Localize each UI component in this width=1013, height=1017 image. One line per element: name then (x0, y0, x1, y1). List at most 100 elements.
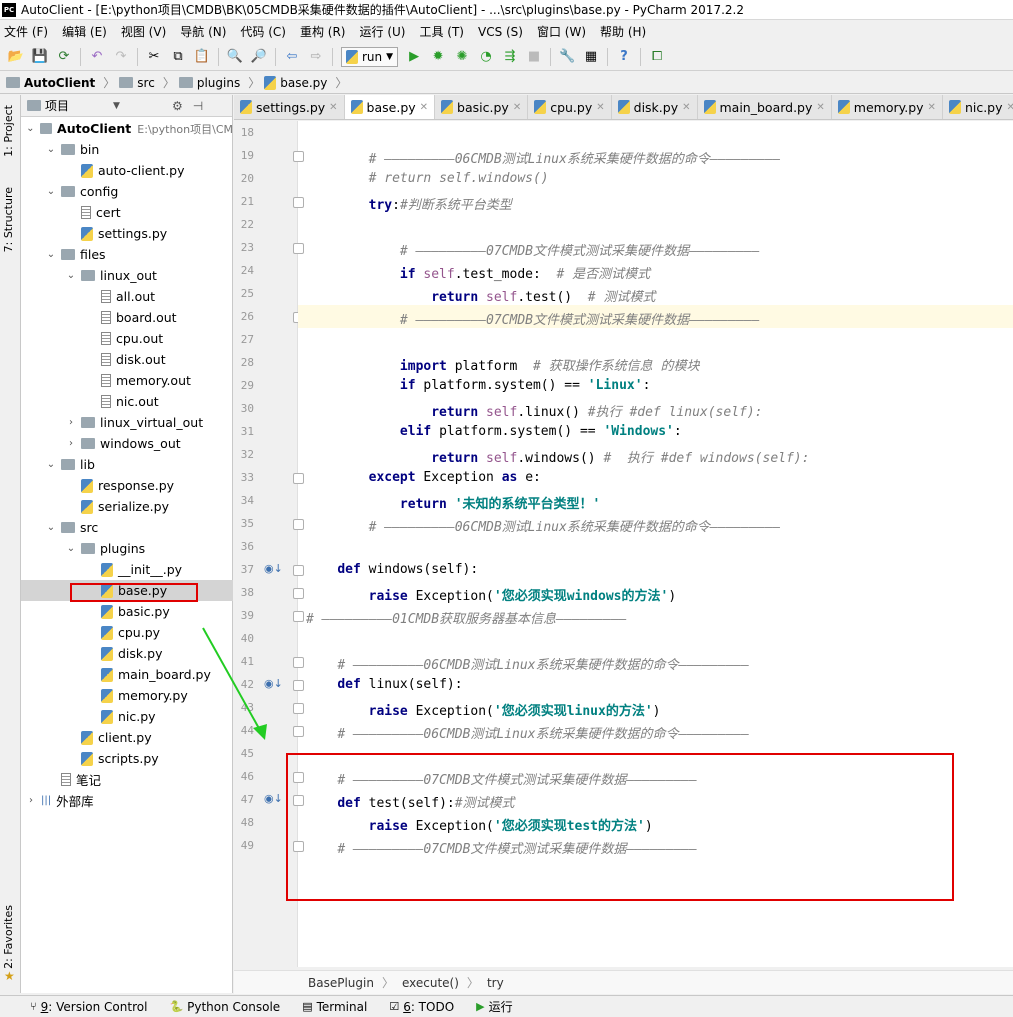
forward-icon[interactable]: ⇨ (308, 49, 324, 65)
close-icon[interactable]: ✕ (329, 102, 337, 113)
menu-item[interactable]: 重构 (R) (300, 23, 346, 40)
cut-icon[interactable]: ✂ (146, 49, 162, 65)
menu-item[interactable]: 工具 (T) (419, 23, 464, 40)
close-icon[interactable]: ✕ (816, 102, 824, 113)
back-icon[interactable]: ⇦ (284, 49, 300, 65)
code-crumb[interactable]: try (487, 976, 504, 990)
menu-item[interactable]: 导航 (N) (180, 23, 226, 40)
debug-icon[interactable]: ✹ (430, 49, 446, 65)
fold-marker-icon[interactable] (293, 611, 304, 622)
tree-item[interactable]: ⌄ src (21, 517, 233, 538)
tree-item[interactable]: serialize.py (21, 496, 233, 517)
tree-item[interactable]: › linux_virtual_out (21, 412, 233, 433)
redo-icon[interactable]: ↷ (113, 49, 129, 65)
python-console-icon[interactable]: ⧠ (649, 49, 665, 65)
tree-item[interactable]: ⌄ linux_out (21, 265, 233, 286)
save-icon[interactable]: 💾 (32, 49, 48, 65)
tree-item[interactable]: settings.py (21, 223, 233, 244)
fold-marker-icon[interactable] (293, 680, 304, 691)
code-crumb[interactable]: BasePlugin (308, 976, 374, 990)
tree-item[interactable]: __init__.py (21, 559, 233, 580)
structure-tool-tab[interactable]: 7: Structure (2, 187, 15, 252)
fold-marker-icon[interactable] (293, 473, 304, 484)
project-structure-icon[interactable]: ▦ (583, 49, 599, 65)
code-crumb[interactable]: execute() (402, 976, 459, 990)
stop-icon[interactable]: ■ (526, 49, 542, 65)
tree-item[interactable]: 笔记 (21, 769, 233, 790)
fold-marker-icon[interactable] (293, 703, 304, 714)
tree-item[interactable]: ⌄ files (21, 244, 233, 265)
nav-crumb[interactable]: AutoClient 〉 (6, 74, 115, 91)
tree-item[interactable]: disk.out (21, 349, 233, 370)
fold-marker-icon[interactable] (293, 565, 304, 576)
open-folder-icon[interactable]: 📂 (8, 49, 24, 65)
run-icon[interactable]: ▶ (406, 49, 422, 65)
fold-marker-icon[interactable] (293, 243, 304, 254)
tree-item[interactable]: basic.py (21, 601, 233, 622)
tree-item[interactable]: ⌄ config (21, 181, 233, 202)
editor-tab[interactable]: base.py ✕ (344, 95, 436, 119)
help-icon[interactable]: ? (616, 49, 632, 65)
menu-item[interactable]: 编辑 (E) (62, 23, 107, 40)
tree-item[interactable]: › ||| 外部库 (21, 790, 233, 811)
menu-item[interactable]: 窗口 (W) (537, 23, 586, 40)
nav-crumb[interactable]: base.py 〉 (264, 74, 347, 91)
nav-crumb[interactable]: src 〉 (119, 74, 175, 91)
run-config-select[interactable]: run ▼ (341, 46, 399, 67)
tree-item[interactable]: scripts.py (21, 748, 233, 769)
close-icon[interactable]: ✕ (596, 102, 604, 113)
tree-item[interactable]: memory.out (21, 370, 233, 391)
editor-tab[interactable]: main_board.py ✕ (697, 95, 832, 119)
chevron-down-icon[interactable]: ▼ (113, 101, 120, 111)
editor-tab[interactable]: settings.py ✕ (234, 95, 345, 119)
nav-crumb[interactable]: plugins 〉 (178, 74, 260, 91)
fold-marker-icon[interactable] (293, 726, 304, 737)
bottom-tool-button[interactable]: ▶ 运行 (476, 998, 512, 1015)
fold-marker-icon[interactable] (293, 197, 304, 208)
tree-item[interactable]: ⌄ plugins (21, 538, 233, 559)
menu-item[interactable]: 帮助 (H) (600, 23, 646, 40)
sync-icon[interactable]: ⟳ (56, 49, 72, 65)
bottom-tool-button[interactable]: ▤ Terminal (302, 1000, 367, 1014)
find-icon[interactable]: 🔍 (227, 49, 243, 65)
bottom-tool-button[interactable]: ⑂ 9: Version Control (30, 1000, 147, 1014)
menu-item[interactable]: VCS (S) (478, 25, 523, 39)
project-tool-tab[interactable]: 1: Project (2, 105, 15, 157)
close-icon[interactable]: ✕ (513, 102, 521, 113)
close-icon[interactable]: ✕ (682, 102, 690, 113)
fold-marker-icon[interactable] (293, 151, 304, 162)
concurrency-icon[interactable]: ⇶ (502, 49, 518, 65)
implemented-method-icon[interactable]: ◉↓ (264, 562, 283, 575)
tree-item[interactable]: board.out (21, 307, 233, 328)
menu-item[interactable]: 代码 (C) (240, 23, 286, 40)
settings-icon[interactable]: 🔧 (559, 49, 575, 65)
favorites-tool-tab[interactable]: 2: Favorites (2, 905, 15, 969)
bottom-tool-button[interactable]: ☑ 6: TODO (389, 1000, 454, 1014)
undo-icon[interactable]: ↶ (89, 49, 105, 65)
collapse-icon[interactable]: ⊣ (193, 99, 203, 113)
tree-item[interactable]: › windows_out (21, 433, 233, 454)
tree-item[interactable]: ⌄ lib (21, 454, 233, 475)
menu-item[interactable]: 运行 (U) (360, 23, 406, 40)
tree-item[interactable]: cert (21, 202, 233, 223)
paste-icon[interactable]: 📋 (194, 49, 210, 65)
tree-item[interactable]: ⌄ bin (21, 139, 233, 160)
menu-item[interactable]: 文件 (F) (4, 23, 48, 40)
tree-item[interactable]: cpu.out (21, 328, 233, 349)
tree-item[interactable]: ⌄ AutoClient E:\python项目\CM (21, 118, 233, 139)
editor-tab[interactable]: memory.py ✕ (831, 95, 943, 119)
fold-marker-icon[interactable] (293, 657, 304, 668)
editor-tab[interactable]: nic.py ✕ (942, 95, 1013, 119)
run-coverage-icon[interactable]: ✺ (454, 49, 470, 65)
tree-item[interactable]: auto-client.py (21, 160, 233, 181)
menu-item[interactable]: 视图 (V) (121, 23, 166, 40)
close-icon[interactable]: ✕ (420, 102, 428, 113)
editor-tab[interactable]: basic.py ✕ (435, 95, 529, 119)
fold-marker-icon[interactable] (293, 519, 304, 530)
fold-marker-icon[interactable] (293, 588, 304, 599)
copy-icon[interactable]: ⧉ (170, 49, 186, 65)
editor-tab[interactable]: cpu.py ✕ (528, 95, 612, 119)
profile-icon[interactable]: ◔ (478, 49, 494, 65)
tree-item[interactable]: nic.out (21, 391, 233, 412)
implemented-method-icon[interactable]: ◉↓ (264, 792, 283, 805)
